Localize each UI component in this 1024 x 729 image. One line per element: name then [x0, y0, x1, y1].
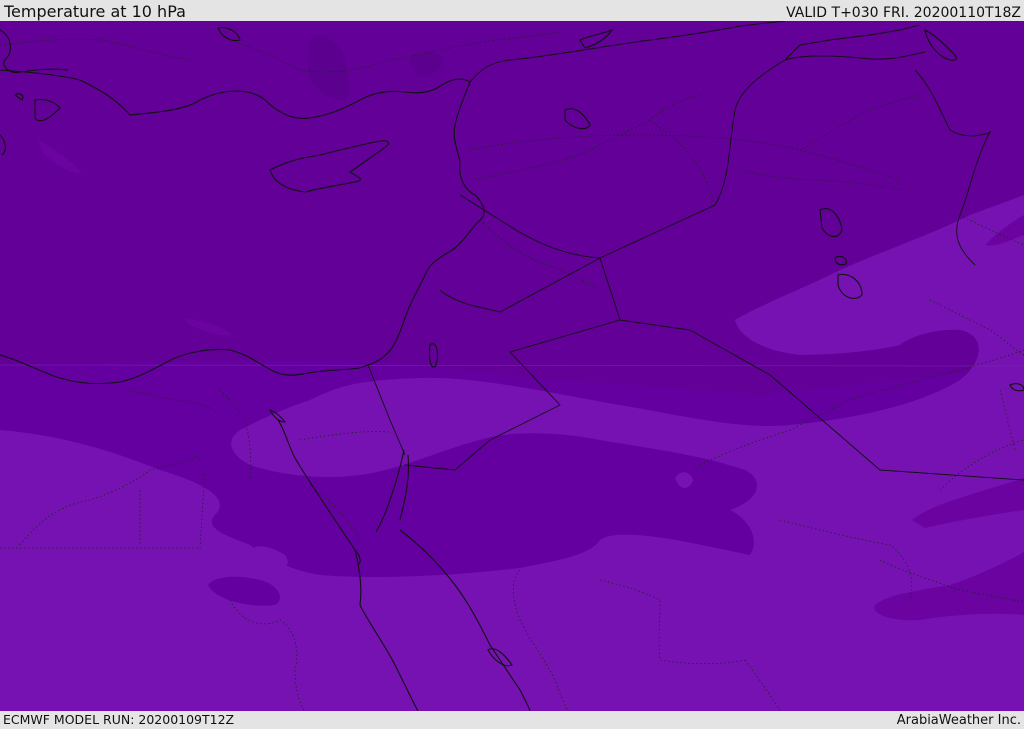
header-bar: Temperature at 10 hPa VALID T+030 FRI. 2…: [0, 0, 1024, 21]
valid-time-label: VALID T+030 FRI. 20200110T18Z: [786, 5, 1021, 21]
map-title: Temperature at 10 hPa: [4, 2, 186, 21]
credit-label: ArabiaWeather Inc.: [896, 713, 1021, 728]
map-canvas[interactable]: [0, 21, 1024, 711]
model-run-label: ECMWF MODEL RUN: 20200109T12Z: [3, 712, 235, 727]
footer-bar: ECMWF MODEL RUN: 20200109T12Z ArabiaWeat…: [0, 711, 1024, 729]
